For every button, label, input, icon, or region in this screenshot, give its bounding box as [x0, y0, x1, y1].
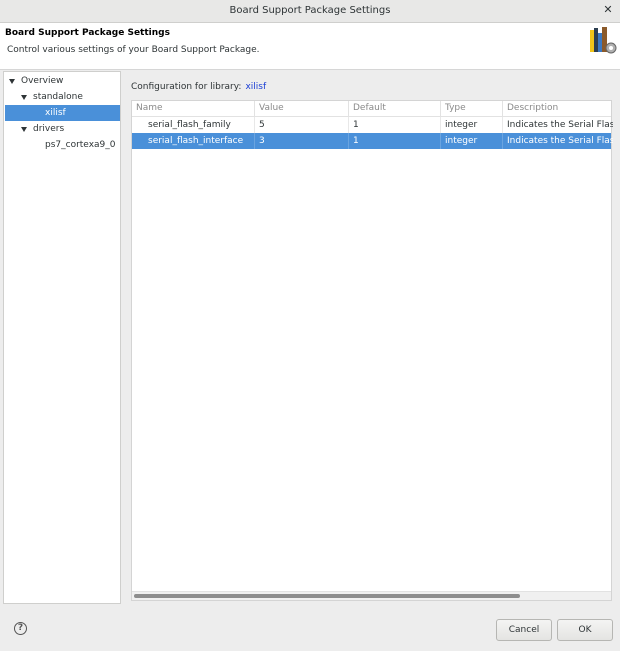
tree-item-ps7-cortexa9-0[interactable]: ps7_cortexa9_0: [5, 137, 120, 153]
table-row[interactable]: serial_flash_interface 3 1 integer Indic…: [132, 133, 613, 149]
configuration-label: Configuration for library: xilisf: [131, 82, 266, 92]
tree-item-label: ps7_cortexa9_0: [45, 140, 116, 150]
cell-type: integer: [441, 117, 503, 133]
cell-value[interactable]: 3: [255, 133, 349, 149]
configuration-label-text: Configuration for library:: [131, 82, 242, 92]
expand-triangle-icon[interactable]: [9, 79, 15, 84]
expand-triangle-icon[interactable]: [21, 95, 27, 100]
library-link[interactable]: xilisf: [245, 82, 266, 92]
column-header-type[interactable]: Type: [441, 101, 503, 117]
cell-description: Indicates the Serial Flash f: [507, 120, 613, 130]
cell-value[interactable]: 5: [255, 117, 349, 133]
cell-description: Indicates the Serial Flash i: [507, 136, 613, 146]
horizontal-scrollbar[interactable]: [132, 591, 611, 600]
column-header-value[interactable]: Value: [255, 101, 349, 117]
window-title: Board Support Package Settings: [229, 5, 391, 16]
settings-table: Name Value Default Type Description seri…: [131, 100, 613, 601]
tree-item-overview[interactable]: Overview: [5, 73, 120, 89]
bsp-books-icon: [590, 27, 617, 54]
cell-name: serial_flash_interface: [132, 133, 255, 149]
help-icon[interactable]: ?: [14, 622, 27, 635]
header-description: Control various settings of your Board S…: [7, 45, 260, 55]
ok-button[interactable]: OK: [557, 619, 613, 641]
scrollbar-thumb[interactable]: [134, 594, 520, 598]
cell-name: serial_flash_family: [132, 117, 255, 133]
tree-item-label: drivers: [33, 124, 65, 134]
tree-item-label: xilisf: [45, 108, 66, 118]
header-title: Board Support Package Settings: [5, 28, 170, 38]
tree-item-standalone[interactable]: standalone: [5, 89, 120, 105]
cell-type: integer: [441, 133, 503, 149]
table-header: Name Value Default Type Description: [132, 101, 611, 117]
expand-triangle-icon[interactable]: [21, 127, 27, 132]
window-titlebar: Board Support Package Settings ✕: [0, 0, 620, 23]
dialog-footer: ? Cancel OK: [0, 604, 620, 651]
cell-default: 1: [349, 133, 441, 149]
tree-item-label: Overview: [21, 76, 64, 86]
column-header-description[interactable]: Description: [503, 101, 613, 117]
tree-item-label: standalone: [33, 92, 83, 102]
tree-item-drivers[interactable]: drivers: [5, 121, 120, 137]
cancel-button[interactable]: Cancel: [496, 619, 552, 641]
column-header-default[interactable]: Default: [349, 101, 441, 117]
tree-item-xilisf[interactable]: xilisf: [5, 105, 120, 121]
settings-tree: Overview standalone xilisf drivers ps7_c…: [3, 71, 121, 604]
column-header-name[interactable]: Name: [132, 101, 255, 117]
dialog-header: Board Support Package Settings Control v…: [0, 23, 620, 70]
close-icon[interactable]: ✕: [602, 4, 614, 16]
table-row[interactable]: serial_flash_family 5 1 integer Indicate…: [132, 117, 613, 133]
cell-default: 1: [349, 117, 441, 133]
configuration-panel: Configuration for library: xilisf Name Va…: [125, 71, 620, 604]
